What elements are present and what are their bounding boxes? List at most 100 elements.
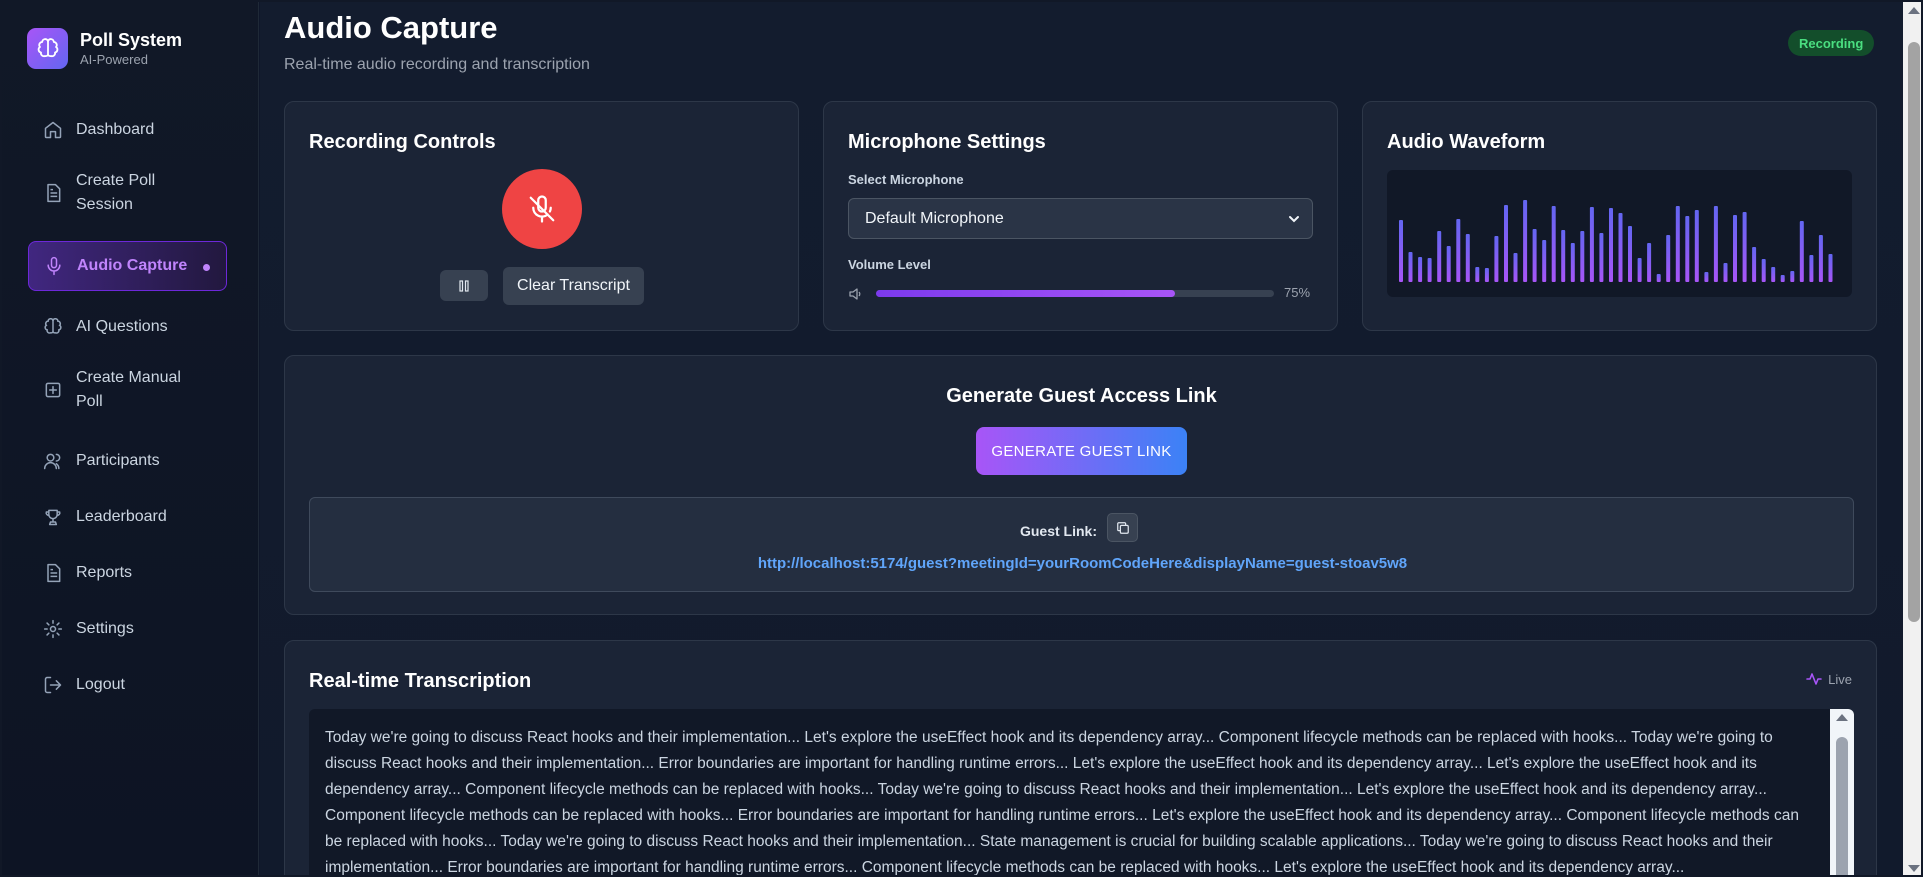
- sidebar-item-audio-capture[interactable]: Audio Capture: [28, 241, 227, 291]
- sidebar-item-participants[interactable]: Participants: [28, 437, 227, 485]
- waveform-bar: [1799, 221, 1804, 282]
- waveform-bar: [1609, 208, 1613, 282]
- waveform-chart: [1399, 200, 1833, 282]
- waveform-bar: [1446, 246, 1451, 282]
- copy-link-button[interactable]: [1107, 513, 1138, 542]
- card-title: Real-time Transcription: [309, 670, 532, 692]
- page-subtitle: Real-time audio recording and transcript…: [284, 56, 590, 73]
- waveform-bar: [1647, 243, 1652, 282]
- sidebar-item-label: Logout: [76, 676, 125, 693]
- app-window: Poll System AI-Powered Dashboard Create …: [0, 0, 1923, 877]
- microphone-icon: [47, 256, 61, 276]
- scroll-up-arrow-icon[interactable]: [1903, 2, 1923, 18]
- page-title: Audio Capture: [284, 10, 498, 45]
- scroll-up-arrow-icon[interactable]: [1830, 709, 1854, 725]
- waveform-bar: [1771, 267, 1776, 282]
- sidebar-item-create-poll-session[interactable]: Create Poll Session: [28, 162, 198, 224]
- card-title: Generate Guest Access Link: [946, 385, 1217, 407]
- waveform-bar: [1580, 231, 1585, 282]
- volume-slider[interactable]: [876, 290, 1274, 297]
- window-scrollbar[interactable]: [1903, 2, 1923, 877]
- waveform-bar: [1666, 235, 1671, 282]
- sidebar-item-label: Settings: [76, 620, 134, 637]
- logout-icon: [44, 676, 62, 694]
- guest-link-box: Guest Link: http://localhost:5174/guest?…: [309, 497, 1854, 592]
- sidebar-item-leaderboard[interactable]: Leaderboard: [28, 493, 227, 541]
- sidebar-item-label: Participants: [76, 452, 160, 469]
- waveform-bar: [1589, 207, 1594, 282]
- waveform-bar: [1399, 220, 1403, 282]
- waveform-bar: [1818, 235, 1823, 282]
- transcript-text: Today we're going to discuss React hooks…: [325, 729, 1799, 876]
- sidebar-item-logout[interactable]: Logout: [28, 661, 227, 709]
- select-microphone-label: Select Microphone: [848, 172, 964, 187]
- trophy-icon: [45, 509, 61, 526]
- sidebar-item-label: Audio Capture: [77, 257, 188, 274]
- generate-guest-link-button[interactable]: GENERATE GUEST LINK: [976, 427, 1187, 475]
- sidebar-item-label: Reports: [76, 564, 133, 581]
- brand-title: Poll System: [80, 30, 183, 50]
- transcript-scrollbar[interactable]: [1830, 709, 1854, 875]
- pause-icon: [459, 279, 469, 292]
- brand: Poll System AI-Powered: [27, 28, 182, 69]
- volume-icon: [849, 288, 861, 300]
- waveform-bar: [1504, 205, 1508, 282]
- waveform-bar: [1723, 263, 1728, 282]
- home-icon: [44, 121, 62, 139]
- waveform-bar: [1599, 233, 1604, 282]
- sidebar-item-settings[interactable]: Settings: [28, 605, 227, 653]
- window-scroll-thumb[interactable]: [1908, 42, 1920, 622]
- waveform-bar: [1437, 231, 1442, 282]
- waveform-bar: [1484, 268, 1489, 282]
- waveform-bar: [1570, 243, 1575, 282]
- waveform-bar: [1542, 240, 1547, 282]
- card-title: Recording Controls: [309, 131, 496, 153]
- microphone-select[interactable]: Default Microphone: [848, 198, 1313, 239]
- chevron-down-icon: [1289, 216, 1299, 223]
- transcript-area[interactable]: Today we're going to discuss React hooks…: [309, 709, 1854, 876]
- waveform-bar: [1418, 257, 1423, 282]
- waveform-bar: [1494, 236, 1499, 282]
- sidebar-item-dashboard[interactable]: Dashboard: [28, 106, 227, 154]
- clear-transcript-button[interactable]: Clear Transcript: [503, 267, 644, 305]
- guest-link-url[interactable]: http://localhost:5174/guest?meetingId=yo…: [310, 555, 1855, 572]
- waveform-bar: [1780, 275, 1785, 282]
- main-content: Audio Capture Real-time audio recording …: [260, 2, 1903, 876]
- waveform-bar: [1456, 219, 1461, 282]
- sidebar-item-ai-questions[interactable]: AI Questions: [28, 303, 227, 351]
- waveform-bar: [1532, 229, 1537, 282]
- document-icon: [47, 563, 61, 583]
- waveform-bar: [1742, 212, 1747, 282]
- microphone-settings-card: Microphone Settings Select Microphone De…: [823, 101, 1338, 331]
- waveform-bar: [1561, 230, 1566, 282]
- waveform-bar: [1809, 255, 1814, 282]
- sidebar-item-reports[interactable]: Reports: [28, 549, 227, 597]
- status-badge: Recording: [1788, 30, 1875, 56]
- waveform-bar: [1685, 216, 1690, 282]
- waveform-bar: [1628, 226, 1632, 282]
- volume-percent: 75%: [1284, 285, 1311, 300]
- transcript-scroll-thumb[interactable]: [1836, 737, 1848, 875]
- waveform-bar: [1656, 274, 1661, 282]
- waveform-bar: [1427, 258, 1432, 282]
- waveform-bar: [1637, 258, 1642, 282]
- sidebar-item-create-manual-poll[interactable]: Create Manual Poll: [28, 359, 198, 421]
- mic-toggle-button[interactable]: [502, 169, 582, 249]
- waveform-bar: [1761, 259, 1766, 282]
- sidebar-item-label: AI Questions: [76, 318, 168, 335]
- sidebar-item-label: Create Poll Session: [76, 172, 156, 213]
- waveform-bar: [1752, 247, 1757, 282]
- scroll-down-arrow-icon[interactable]: [1903, 861, 1923, 877]
- waveform-bar: [1704, 272, 1709, 282]
- brain-icon: [44, 318, 62, 334]
- mic-off-icon: [529, 195, 555, 223]
- audio-waveform-card: Audio Waveform: [1362, 101, 1877, 331]
- waveform-bar: [1465, 234, 1470, 282]
- waveform-bar: [1618, 213, 1623, 282]
- brand-subtitle: AI-Powered: [80, 52, 148, 67]
- card-title: Audio Waveform: [1387, 131, 1546, 153]
- pause-button[interactable]: [440, 270, 488, 301]
- waveform-bar: [1523, 200, 1528, 282]
- document-icon: [47, 183, 61, 203]
- sidebar-item-label: Create Manual Poll: [76, 369, 181, 410]
